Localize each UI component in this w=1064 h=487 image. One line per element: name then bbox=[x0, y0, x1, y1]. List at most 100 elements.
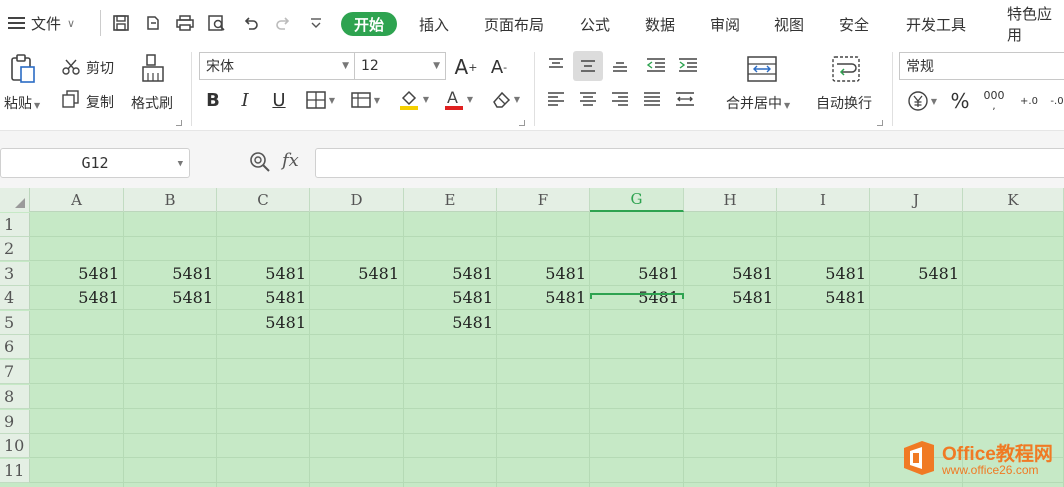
tab-home[interactable]: 开始 bbox=[341, 12, 398, 36]
undo-icon[interactable] bbox=[240, 12, 262, 34]
merge-center-button[interactable]: 合并居中 ▼ bbox=[726, 93, 790, 113]
italic-icon[interactable]: I bbox=[234, 88, 256, 112]
cell-a3[interactable]: 5481 bbox=[30, 262, 123, 286]
formula-input[interactable] bbox=[315, 148, 1064, 178]
column-header-c[interactable]: C bbox=[217, 188, 310, 212]
column-header-k[interactable]: K bbox=[963, 188, 1064, 212]
file-menu[interactable]: 文件 ∨ bbox=[8, 11, 75, 35]
row-header-5[interactable]: 5 bbox=[0, 311, 30, 335]
tab-special-apps[interactable]: 特色应用 bbox=[1007, 5, 1064, 44]
cell-e3[interactable]: 5481 bbox=[404, 262, 497, 286]
zoom-icon[interactable] bbox=[248, 150, 272, 174]
print-preview-icon[interactable] bbox=[206, 12, 228, 34]
format-painter-icon[interactable] bbox=[138, 52, 168, 86]
scissors-icon[interactable] bbox=[62, 58, 80, 76]
column-header-a[interactable]: A bbox=[30, 188, 124, 212]
paste-button[interactable]: 粘贴 ▼ bbox=[4, 93, 40, 113]
wrap-text-button[interactable]: 自动换行 bbox=[816, 93, 872, 113]
row-header-3[interactable]: 3 bbox=[0, 262, 30, 286]
cell-e4[interactable]: 5481 bbox=[404, 286, 497, 310]
font-name-select[interactable]: 宋体 ▼ bbox=[199, 52, 355, 80]
cell-h3[interactable]: 5481 bbox=[684, 262, 777, 286]
cell-j3[interactable]: 5481 bbox=[870, 262, 963, 286]
align-right-icon[interactable] bbox=[608, 88, 632, 110]
cell-g3[interactable]: 5481 bbox=[590, 262, 683, 286]
underline-icon[interactable]: U bbox=[268, 88, 290, 112]
currency-icon[interactable]: ▼ bbox=[902, 88, 942, 114]
tab-data[interactable]: 数据 bbox=[645, 12, 675, 36]
row-header-2[interactable]: 2 bbox=[0, 237, 30, 261]
align-center-icon[interactable] bbox=[576, 88, 600, 110]
cell-f3[interactable]: 5481 bbox=[497, 262, 590, 286]
align-left-icon[interactable] bbox=[544, 88, 568, 110]
row-header-6[interactable]: 6 bbox=[0, 335, 30, 359]
cell-e5[interactable]: 5481 bbox=[404, 311, 497, 335]
row-header-11[interactable]: 11 bbox=[0, 459, 30, 483]
clipboard-dialog-launcher[interactable] bbox=[176, 120, 182, 126]
number-format-select[interactable]: 常规 bbox=[899, 52, 1064, 80]
select-all-corner[interactable] bbox=[0, 188, 30, 212]
align-bottom-icon[interactable] bbox=[608, 54, 632, 76]
tab-page-layout[interactable]: 页面布局 bbox=[484, 12, 544, 36]
bold-icon[interactable]: B bbox=[202, 88, 224, 112]
align-top-icon[interactable] bbox=[544, 54, 568, 76]
increase-decimal-button[interactable]: +.0 bbox=[1016, 88, 1042, 114]
fill-color-icon[interactable]: ▼ bbox=[394, 86, 432, 112]
tab-insert[interactable]: 插入 bbox=[419, 12, 449, 36]
column-header-b[interactable]: B bbox=[124, 188, 217, 212]
paste-icon[interactable] bbox=[8, 52, 38, 86]
customize-toolbar-icon[interactable] bbox=[305, 12, 327, 34]
column-header-f[interactable]: F bbox=[497, 188, 590, 212]
tab-view[interactable]: 视图 bbox=[774, 12, 804, 36]
column-header-e[interactable]: E bbox=[404, 188, 497, 212]
fx-icon[interactable]: fx bbox=[282, 150, 299, 171]
format-painter-button[interactable]: 格式刷 bbox=[131, 93, 173, 113]
column-header-g[interactable]: G bbox=[590, 188, 684, 212]
merge-center-icon[interactable] bbox=[744, 54, 780, 84]
copy-icon[interactable] bbox=[62, 90, 80, 108]
row-header-7[interactable]: 7 bbox=[0, 360, 30, 384]
row-header-9[interactable]: 9 bbox=[0, 410, 30, 434]
thousands-separator-button[interactable]: 000, bbox=[982, 88, 1006, 114]
cell-b4[interactable]: 5481 bbox=[124, 286, 217, 310]
tab-security[interactable]: 安全 bbox=[839, 12, 869, 36]
increase-indent-icon[interactable] bbox=[676, 54, 700, 76]
cell-style-icon[interactable]: ▼ bbox=[345, 88, 385, 112]
print-icon[interactable] bbox=[174, 12, 196, 34]
wrap-text-icon[interactable] bbox=[828, 54, 864, 84]
cell-b3[interactable]: 5481 bbox=[124, 262, 217, 286]
borders-icon[interactable]: ▼ bbox=[301, 88, 339, 112]
font-color-icon[interactable]: A ▼ bbox=[440, 86, 476, 112]
row-header-10[interactable]: 10 bbox=[0, 434, 30, 458]
cell-i4[interactable]: 5481 bbox=[777, 286, 870, 310]
column-header-i[interactable]: I bbox=[777, 188, 870, 212]
row-header-1[interactable]: 1 bbox=[0, 213, 30, 237]
decrease-decimal-button[interactable]: -.0 bbox=[1044, 88, 1064, 114]
distributed-align-icon[interactable] bbox=[672, 88, 698, 110]
cell-d3[interactable]: 5481 bbox=[310, 262, 403, 286]
cell-c3[interactable]: 5481 bbox=[217, 262, 310, 286]
cell-c4[interactable]: 5481 bbox=[217, 286, 310, 310]
clear-format-icon[interactable]: ▼ bbox=[486, 86, 524, 112]
cut-button[interactable]: 剪切 bbox=[86, 58, 114, 78]
font-size-select[interactable]: 12 ▼ bbox=[354, 52, 446, 80]
row-header-8[interactable]: 8 bbox=[0, 385, 30, 409]
export-icon[interactable] bbox=[142, 12, 164, 34]
cell-i3[interactable]: 5481 bbox=[777, 262, 870, 286]
row-header-4[interactable]: 4 bbox=[0, 286, 30, 310]
tab-review[interactable]: 审阅 bbox=[710, 12, 740, 36]
tab-formulas[interactable]: 公式 bbox=[580, 12, 610, 36]
decrease-indent-icon[interactable] bbox=[644, 54, 668, 76]
cell-c5[interactable]: 5481 bbox=[217, 311, 310, 335]
font-dialog-launcher[interactable] bbox=[519, 120, 525, 126]
column-header-j[interactable]: J bbox=[870, 188, 963, 212]
name-box[interactable]: G12 ▼ bbox=[0, 148, 190, 178]
increase-font-size-icon[interactable]: A + bbox=[453, 54, 479, 80]
alignment-dialog-launcher[interactable] bbox=[877, 120, 883, 126]
cell-f4[interactable]: 5481 bbox=[497, 286, 590, 310]
copy-button[interactable]: 复制 bbox=[86, 92, 114, 112]
cell-h4[interactable]: 5481 bbox=[684, 286, 777, 310]
align-middle-icon[interactable] bbox=[573, 51, 603, 81]
tab-developer[interactable]: 开发工具 bbox=[906, 12, 966, 36]
cell-a4[interactable]: 5481 bbox=[30, 286, 123, 310]
